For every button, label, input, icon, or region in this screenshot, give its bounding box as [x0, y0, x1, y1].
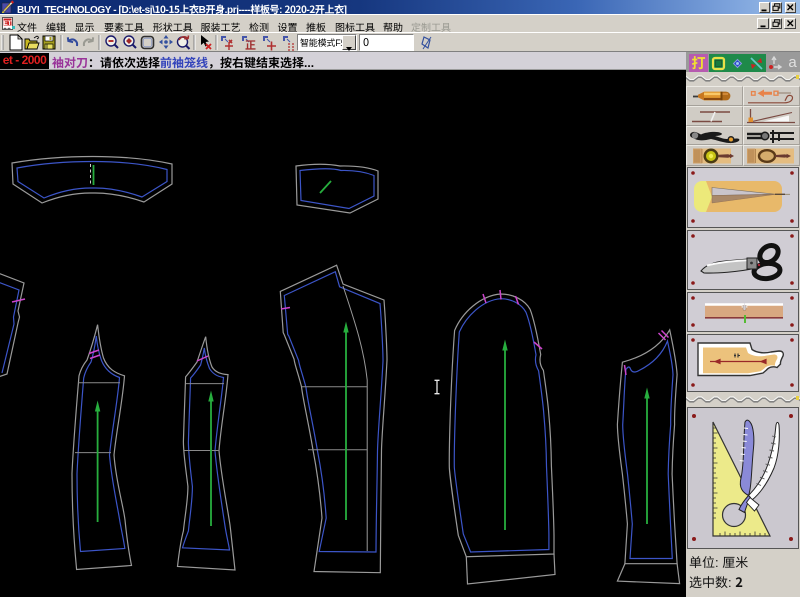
- svg-text:正: 正: [245, 37, 256, 52]
- svg-text:ET: ET: [3, 20, 11, 27]
